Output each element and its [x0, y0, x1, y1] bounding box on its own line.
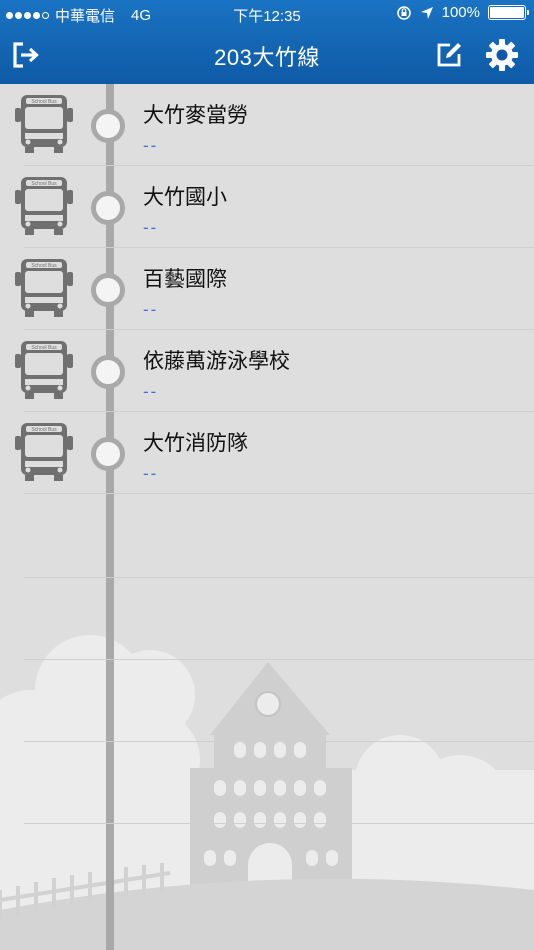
bus-icon: School Bus — [15, 259, 73, 317]
bus-icon: School Bus — [15, 341, 73, 399]
svg-text:School Bus: School Bus — [31, 181, 57, 187]
location-arrow-icon — [420, 6, 433, 19]
timeline-node — [91, 437, 125, 471]
stop-row[interactable]: School Bus 大竹麥當勞 -- — [0, 84, 534, 166]
stop-name: 依藤萬游泳學校 — [143, 350, 290, 373]
row-divider — [24, 493, 534, 494]
stop-eta: -- — [143, 382, 159, 401]
bus-icon: School Bus — [15, 423, 73, 481]
row-divider — [24, 823, 534, 824]
stop-eta: -- — [143, 464, 159, 483]
edit-icon — [437, 43, 461, 67]
stop-name: 百藝國際 — [143, 268, 227, 291]
row-divider — [24, 741, 534, 742]
row-divider — [24, 659, 534, 660]
bus-icon: School Bus — [15, 95, 73, 153]
stop-eta: -- — [143, 218, 159, 237]
row-divider — [24, 577, 534, 578]
rotation-lock-icon — [396, 5, 411, 20]
svg-text:School Bus: School Bus — [31, 345, 57, 351]
school-background-illustration — [0, 635, 534, 950]
svg-text:School Bus: School Bus — [31, 263, 57, 269]
stop-name: 大竹消防隊 — [143, 432, 248, 455]
stop-name: 大竹國小 — [143, 186, 227, 209]
stop-row[interactable]: School Bus 百藝國際 -- — [0, 248, 534, 330]
gear-icon — [486, 39, 518, 71]
bus-icon: School Bus — [15, 177, 73, 235]
stop-row[interactable]: School Bus 大竹國小 -- — [0, 166, 534, 248]
timeline-node — [91, 191, 125, 225]
timeline-node — [91, 273, 125, 307]
svg-text:School Bus: School Bus — [31, 427, 57, 433]
edit-button[interactable] — [431, 37, 467, 73]
svg-text:School Bus: School Bus — [31, 99, 57, 105]
stop-row[interactable]: School Bus 大竹消防隊 -- — [0, 412, 534, 494]
timeline-node — [91, 109, 125, 143]
nav-bar: 203大竹線 — [0, 28, 534, 84]
stop-row[interactable]: School Bus 依藤萬游泳學校 -- — [0, 330, 534, 412]
status-right: 100% — [396, 4, 529, 21]
stop-name: 大竹麥當勞 — [143, 104, 248, 127]
stop-eta: -- — [143, 136, 159, 155]
status-bar: 中華電信 4G 下午12:35 100% — [0, 0, 534, 28]
battery-percent: 100% — [441, 4, 480, 21]
settings-button[interactable] — [484, 37, 520, 73]
timeline-node — [91, 355, 125, 389]
battery-icon — [488, 5, 529, 20]
stop-eta: -- — [143, 300, 159, 319]
